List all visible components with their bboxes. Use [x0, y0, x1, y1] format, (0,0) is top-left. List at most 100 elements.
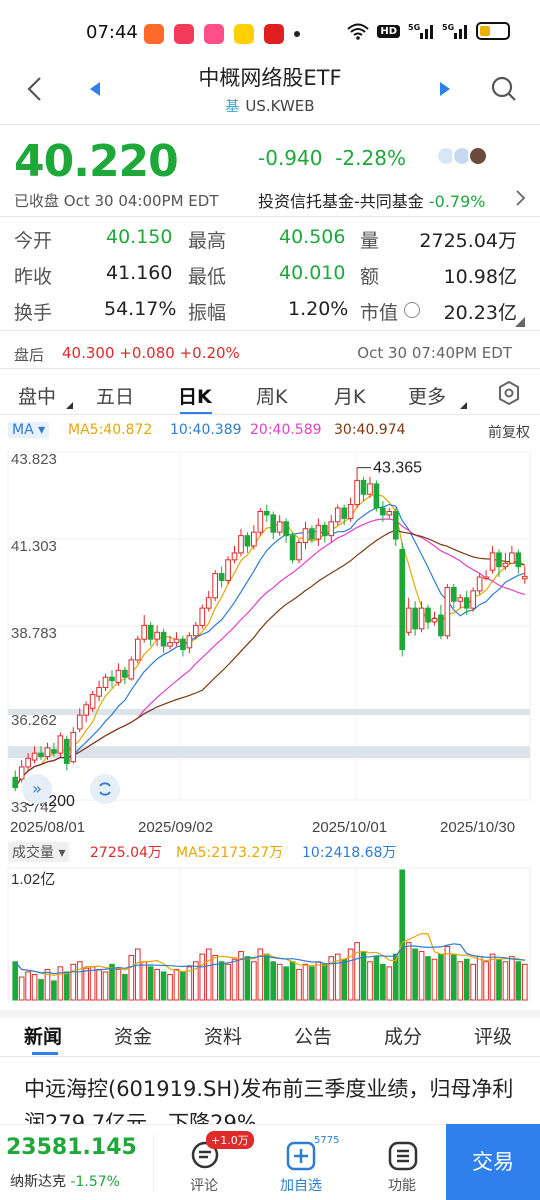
volume-bar	[354, 942, 360, 1001]
ah-pct: +0.20%	[179, 344, 240, 362]
tab-profile[interactable]: 资料	[204, 1022, 242, 1049]
comment-button[interactable]: +1.0万 评论	[184, 1129, 254, 1195]
market-status: 已收盘 Oct 30 04:00PM EDT	[14, 192, 219, 210]
amt-value: 10.98亿	[443, 266, 517, 288]
ah-price: 40.300	[62, 344, 115, 362]
fund-tag: 基	[225, 99, 240, 115]
candle-body	[44, 747, 51, 758]
after-hours-quote: 40.300 +0.080 +0.20%	[62, 344, 240, 362]
page-title: 中概网络股ETF	[198, 66, 342, 90]
tab-funds[interactable]: 资金	[114, 1022, 152, 1049]
tab-news[interactable]: 新闻	[24, 1022, 62, 1049]
volume-bar	[141, 961, 148, 1001]
status-right: HD 5G 5G	[347, 22, 510, 40]
volume-select[interactable]: 成交量 ▾	[8, 842, 70, 862]
volume-bar	[251, 961, 257, 1001]
candle-body	[225, 559, 231, 582]
info-icon[interactable]	[404, 302, 420, 318]
volume-chart[interactable]: 1.02亿	[0, 864, 540, 1004]
volume-bar	[122, 974, 128, 1001]
reset-zoom-button[interactable]	[90, 774, 120, 804]
news-divider	[0, 1056, 540, 1057]
tab-ratings[interactable]: 评级	[474, 1022, 512, 1049]
adjust-mode[interactable]: 前复权	[488, 422, 530, 442]
y-tick-label: 36.262	[11, 712, 57, 729]
ticker-line: 基 US.KWEB	[0, 96, 540, 116]
candle-body	[347, 504, 354, 519]
expand-corner-icon[interactable]	[514, 316, 526, 328]
volume-bar	[515, 961, 522, 1001]
candle-body	[392, 510, 399, 540]
index-value[interactable]: 23581.145	[6, 1135, 137, 1160]
tab-announcements[interactable]: 公告	[294, 1022, 332, 1049]
volume-bar	[18, 976, 25, 1001]
collapse-button[interactable]: »	[22, 774, 52, 804]
candle-body	[25, 757, 31, 768]
volume-bar	[296, 968, 302, 1001]
tab-components[interactable]: 成分	[384, 1022, 422, 1049]
tab-daily-k[interactable]: 日K	[178, 382, 212, 409]
tab-monthly-k[interactable]: 月K	[334, 382, 365, 409]
candle-body	[521, 575, 528, 580]
candle-body	[412, 607, 418, 630]
settings-icon[interactable]	[496, 380, 522, 406]
tab-weekly-k[interactable]: 周K	[256, 382, 287, 409]
fund-type: 投资信托基金-共同基金	[258, 192, 424, 211]
vol-label: 量	[360, 230, 380, 252]
candle-body	[386, 510, 393, 516]
x-tick-label: 2025/10/01	[312, 819, 387, 836]
comment-badge: +1.0万	[206, 1131, 254, 1149]
signal-icon-2: 5G	[442, 23, 467, 39]
volume-bar	[502, 961, 509, 1001]
candle-body	[154, 631, 160, 640]
trade-button[interactable]: 交易	[446, 1124, 540, 1200]
volume-bar	[418, 951, 425, 1001]
volume-bar	[521, 963, 528, 1001]
indicator-select[interactable]: MA ▾	[8, 422, 50, 438]
volume-bar	[470, 963, 476, 1001]
candle-body	[257, 510, 264, 533]
stats-row[interactable]: 换手 54.17% 振幅 1.20% 市值 20.23亿	[14, 298, 526, 334]
candle-body	[470, 590, 476, 609]
tab-intraday[interactable]: 盘中	[18, 382, 56, 409]
fund-type-row[interactable]: 投资信托基金-共同基金 -0.79%	[258, 188, 485, 212]
candle-body	[334, 507, 341, 523]
next-stock-icon[interactable]	[438, 80, 452, 98]
volume-bar	[289, 961, 296, 1001]
chevron-right-icon[interactable]	[514, 188, 528, 208]
volume-bar	[199, 953, 206, 1001]
candle-body	[380, 507, 386, 516]
volume-bar	[302, 963, 309, 1001]
candle-body	[263, 510, 270, 516]
ah-divider	[0, 368, 540, 369]
tab-5day[interactable]: 五日	[96, 382, 134, 409]
candle-body	[186, 635, 193, 649]
candle-body	[147, 624, 154, 640]
candle-body	[373, 483, 380, 509]
functions-button[interactable]: 功能	[384, 1129, 434, 1195]
social-avatars[interactable]	[436, 146, 488, 166]
low-value: 40.010	[279, 262, 346, 284]
volume-bar	[134, 948, 141, 1001]
candle-body	[244, 535, 251, 547]
candle-body	[238, 535, 244, 554]
volume-bar	[147, 966, 154, 1001]
index-row[interactable]: 纳斯达克 -1.57%	[10, 1171, 120, 1191]
candle-body	[83, 704, 89, 716]
search-icon[interactable]	[490, 74, 518, 104]
y-tick-label: 38.783	[11, 625, 57, 642]
cap-value: 20.23亿	[443, 302, 517, 324]
volume-bar	[128, 954, 135, 1001]
volume-bar	[89, 966, 96, 1001]
status-bar: 07:44 HD 5G 5G	[0, 0, 540, 64]
tab-more[interactable]: 更多	[408, 382, 446, 409]
kline-chart[interactable]: 43.82341.30338.78336.26233.7422025/08/01…	[0, 444, 540, 840]
candle-body	[167, 642, 173, 647]
volume-bar	[463, 958, 470, 1001]
y-tick-label: 41.303	[11, 538, 57, 555]
add-watchlist-button[interactable]: 5775 加自选	[278, 1129, 339, 1195]
candle-body	[451, 586, 457, 602]
news-tab-indicator	[32, 1052, 58, 1055]
taobao-app-icon	[144, 24, 164, 44]
volume-bar	[489, 953, 496, 1001]
